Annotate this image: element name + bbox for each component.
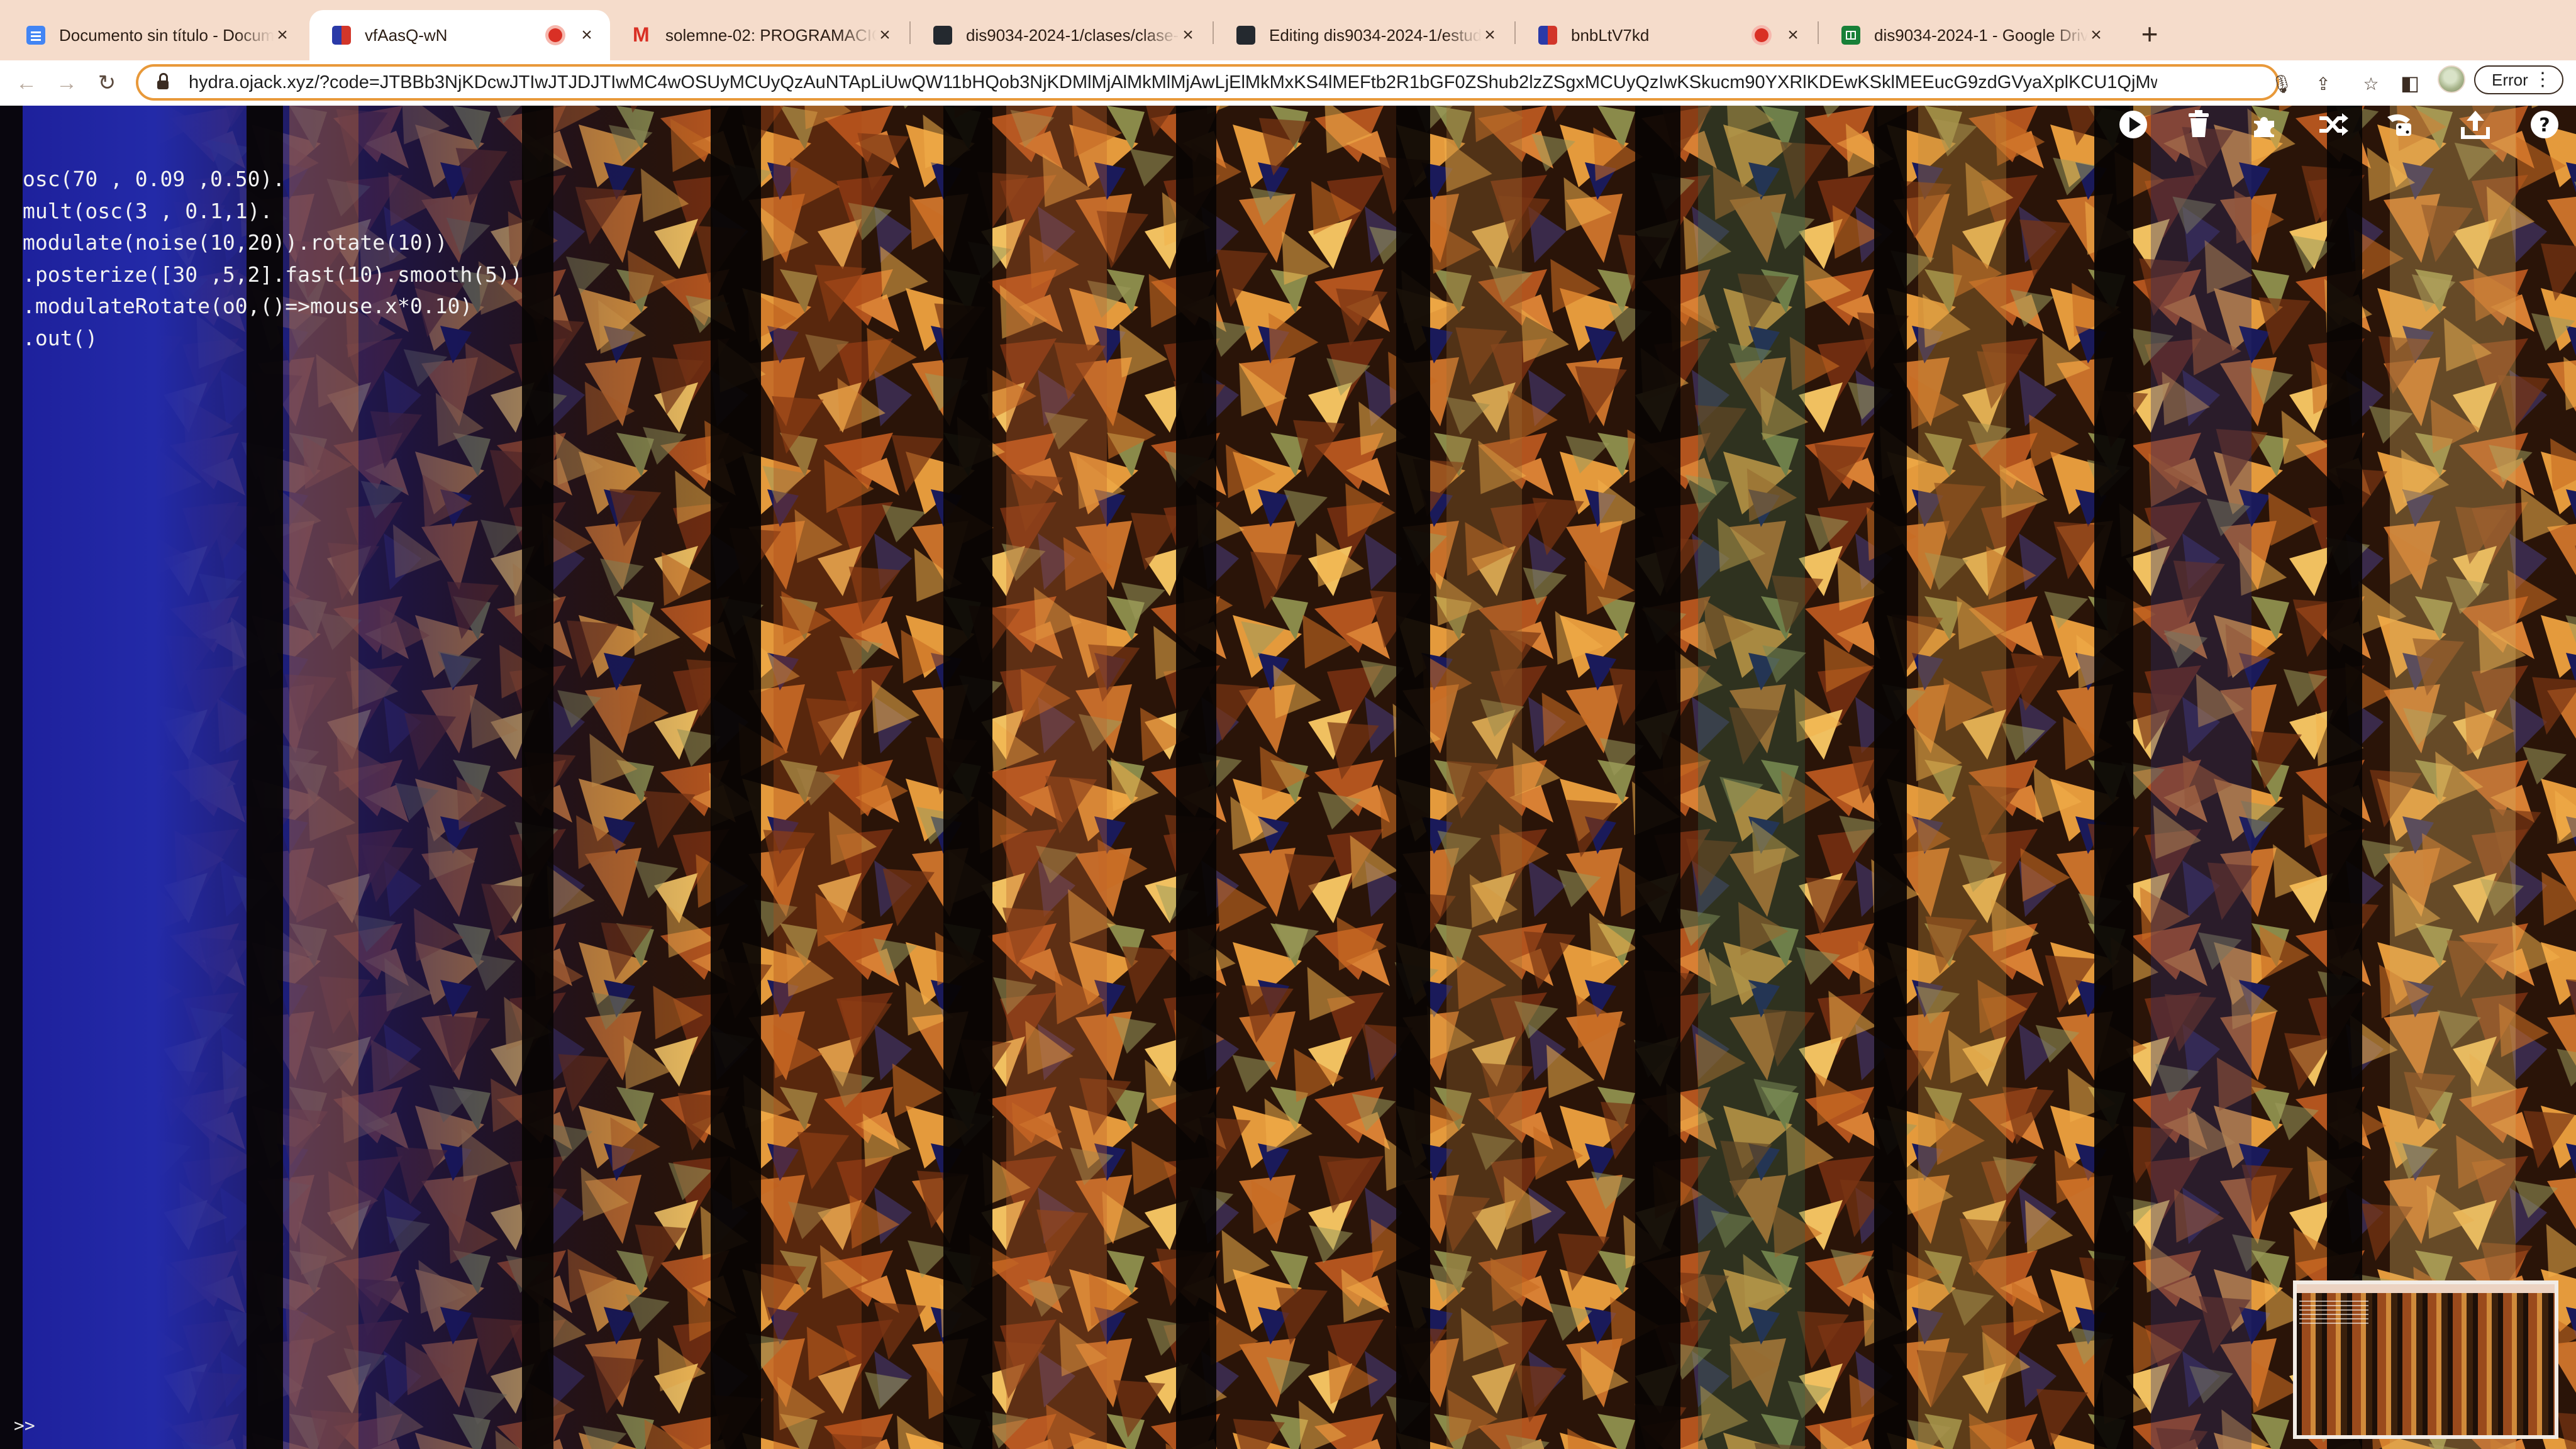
recording-indicator-icon <box>1755 28 1768 42</box>
play-icon[interactable] <box>2114 106 2152 143</box>
tab-gmail[interactable]: solemne-02: PROGRAMACIÓN × <box>610 10 908 60</box>
svg-text:?: ? <box>2539 114 2550 136</box>
tab-google-docs[interactable]: Documento sin título - Documentos de Goo… <box>4 10 306 60</box>
profile-error-button[interactable]: Error ⋮ <box>2474 65 2563 94</box>
screen-share-preview-thumbnail[interactable] <box>2293 1280 2558 1439</box>
share-icon[interactable]: ⇪ <box>2312 73 2334 96</box>
profile-avatar[interactable] <box>2438 65 2465 93</box>
github-icon <box>933 26 952 45</box>
tab-github-clases[interactable]: dis9034-2024-1/clases/clase- × <box>911 10 1211 60</box>
upload-icon[interactable] <box>2457 106 2494 143</box>
console-prompt[interactable]: >> <box>14 1415 35 1436</box>
tab-hydra-active[interactable]: vfAasQ-wN × <box>309 10 610 60</box>
code-line[interactable]: mult(osc(3 , 0.1,1). <box>23 196 523 228</box>
tab-github-editing[interactable]: Editing dis9034-2024-1/estudiantes × <box>1214 10 1513 60</box>
new-tab-button[interactable]: + <box>2132 18 2167 53</box>
recording-indicator-icon <box>548 28 562 42</box>
lock-icon[interactable] <box>157 73 169 89</box>
tab-title: dis9034-2024-1/clases/clase- <box>966 25 1179 45</box>
forward-button[interactable]: → <box>50 67 83 99</box>
code-line[interactable]: .out() <box>23 323 523 355</box>
microphone-icon[interactable]: 🎙 <box>2270 73 2293 96</box>
hydra-canvas[interactable]: osc(70 , 0.09 ,0.50). mult(osc(3 , 0.1,1)… <box>0 106 2576 1449</box>
menu-kebab-icon[interactable]: ⋮ <box>2533 70 2552 89</box>
preview-code <box>2299 1301 2368 1326</box>
tab-google-drive[interactable]: dis9034-2024-1 - Google Drive × <box>1819 10 2119 60</box>
puzzle-icon[interactable] <box>2246 106 2284 143</box>
address-bar[interactable]: hydra.ojack.xyz/?code=JTBBb3NjKDcwJTIwJT… <box>136 64 2379 101</box>
close-icon[interactable]: × <box>1785 25 1801 46</box>
close-icon[interactable]: × <box>1180 25 1196 46</box>
side-panel-icon[interactable]: ◧ <box>2396 69 2424 97</box>
google-docs-icon <box>26 26 45 45</box>
tab-title: vfAasQ-wN <box>365 25 448 45</box>
make-random-icon[interactable] <box>2381 106 2419 143</box>
close-icon[interactable]: × <box>877 25 893 46</box>
close-icon[interactable]: × <box>579 25 595 46</box>
tab-hydra-bnb[interactable]: bnbLtV7kd × <box>1516 10 1816 60</box>
reload-button[interactable]: ↻ <box>91 67 123 99</box>
tab-title: Documento sin título - Documentos de Goo… <box>59 25 274 45</box>
preview-tabbar <box>2297 1284 2555 1293</box>
close-icon[interactable]: × <box>2088 25 2104 46</box>
url-text[interactable]: hydra.ojack.xyz/?code=JTBBb3NjKDcwJTIwJT… <box>189 72 2157 93</box>
tab-title: Editing dis9034-2024-1/estudiantes <box>1269 25 1482 45</box>
tab-title: solemne-02: PROGRAMACIÓN <box>665 25 877 45</box>
google-sheets-icon <box>1841 26 1860 45</box>
gmail-icon <box>633 23 652 47</box>
help-icon[interactable]: ? <box>2526 106 2563 143</box>
code-line[interactable]: .posterize([30 ,5,2].fast(10).smooth(5)) <box>23 259 523 291</box>
github-icon <box>1236 26 1255 45</box>
back-button[interactable]: ← <box>10 67 43 99</box>
hydra-icon <box>1538 26 1557 45</box>
tab-title: bnbLtV7kd <box>1571 25 1650 45</box>
tab-title: dis9034-2024-1 - Google Drive <box>1874 25 2088 45</box>
trash-icon[interactable] <box>2180 106 2218 143</box>
close-icon[interactable]: × <box>274 25 291 46</box>
code-line[interactable]: modulate(noise(10,20)).rotate(10)) <box>23 227 523 259</box>
shuffle-icon[interactable] <box>2314 106 2352 143</box>
hydra-icon <box>332 26 351 45</box>
code-editor[interactable]: osc(70 , 0.09 ,0.50). mult(osc(3 , 0.1,1)… <box>23 164 523 354</box>
close-icon[interactable]: × <box>1482 25 1498 46</box>
bookmark-star-icon[interactable]: ☆ <box>2360 73 2382 96</box>
code-line[interactable]: osc(70 , 0.09 ,0.50). <box>23 164 523 196</box>
tab-strip: Documento sin título - Documentos de Goo… <box>0 0 2576 60</box>
code-line[interactable]: .modulateRotate(o0,()=>mouse.x*0.10) <box>23 291 523 323</box>
browser-toolbar: ← → ↻ hydra.ojack.xyz/?code=JTBBb3NjKDcw… <box>0 60 2576 106</box>
profile-status-label: Error <box>2492 70 2528 89</box>
